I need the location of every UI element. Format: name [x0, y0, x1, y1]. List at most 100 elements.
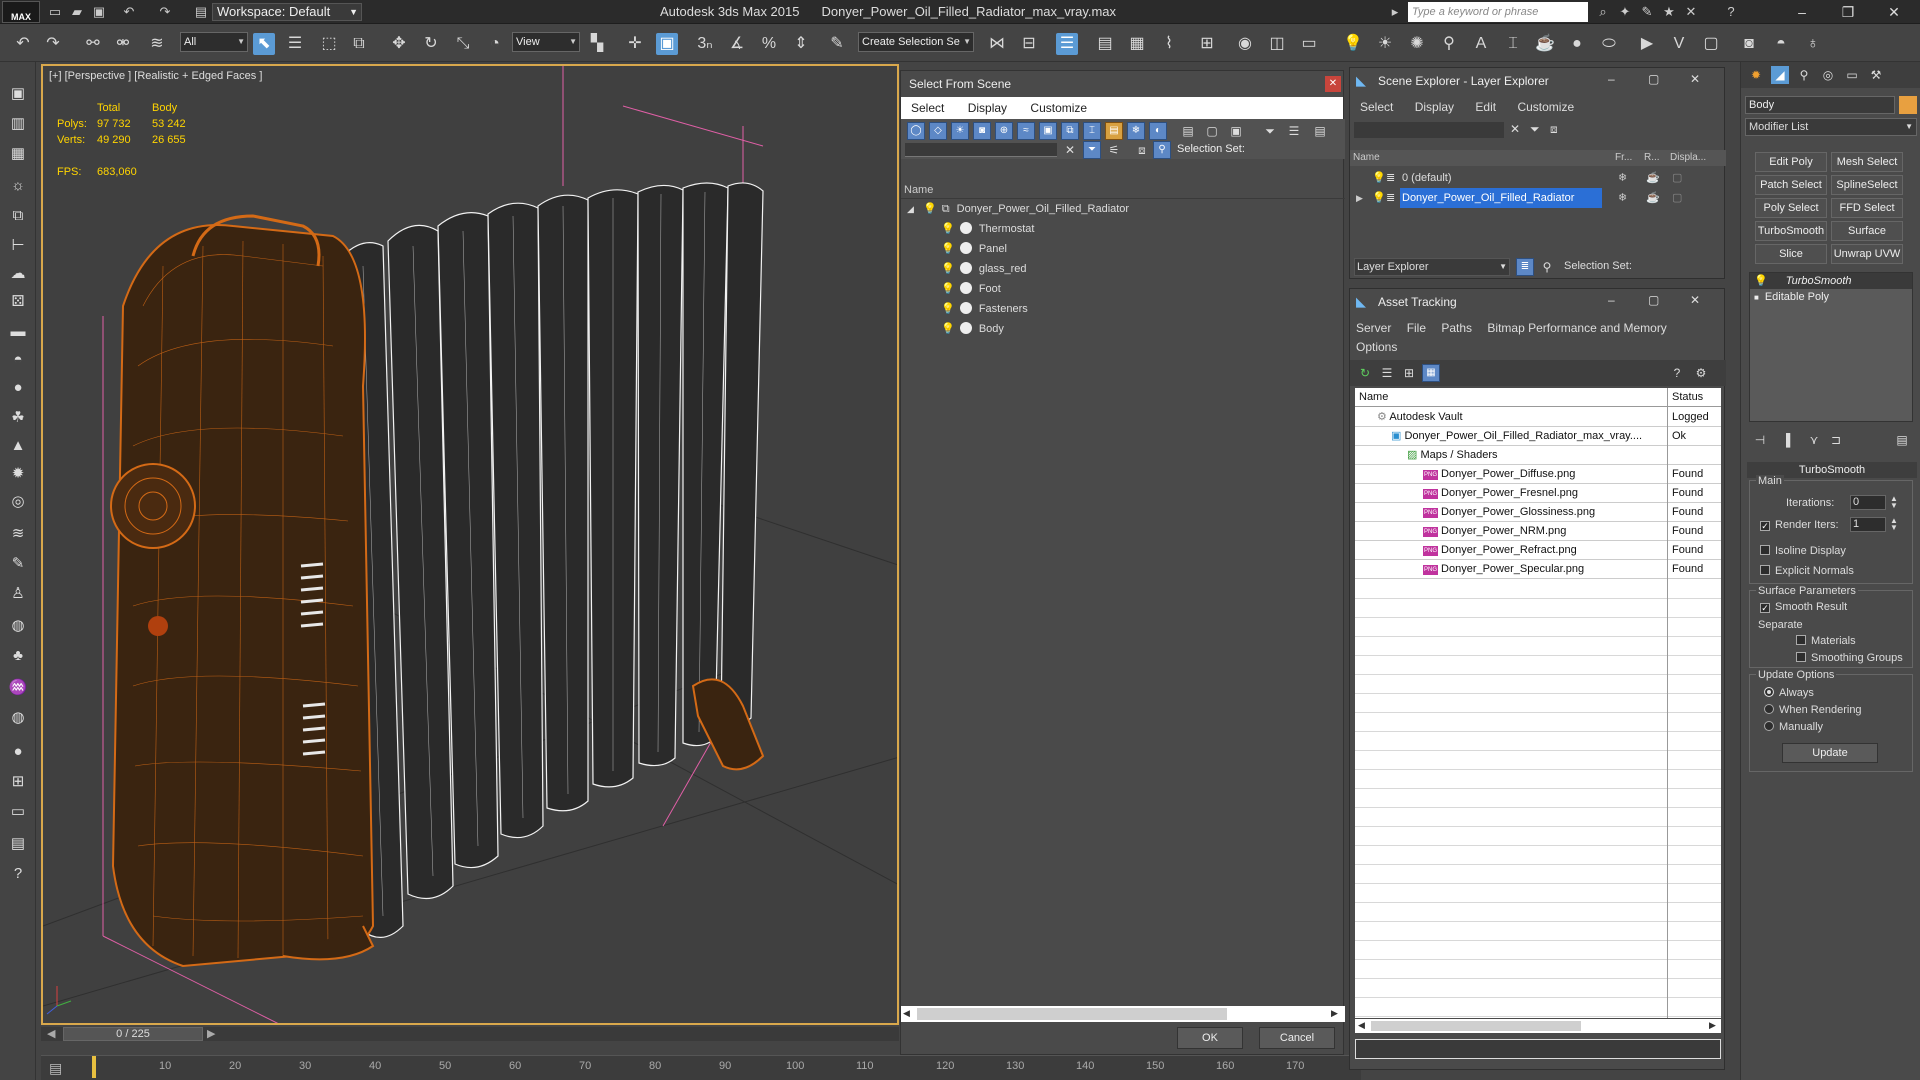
bone-icon[interactable]: ⌶ [1502, 33, 1524, 55]
app-menu-button[interactable]: MAX [2, 1, 40, 23]
layer-row-radiator[interactable]: ▶ 💡 ≣ Donyer_Power_Oil_Filled_Radiator ❄… [1350, 188, 1726, 208]
pin-stack-icon[interactable]: ⊣ [1751, 431, 1769, 449]
scroll-thumb[interactable] [917, 1008, 1227, 1020]
find-icon[interactable]: ⏷ [1083, 141, 1101, 159]
text-icon[interactable]: A [1470, 33, 1492, 55]
mini-curve-editor-icon[interactable]: ▤ [49, 1060, 62, 1077]
link-icon[interactable]: ⚯ [82, 33, 104, 55]
tree-row-body[interactable]: 💡 Body [901, 319, 1345, 339]
cylinder-icon[interactable]: ⬭ [1598, 33, 1620, 55]
column-freeze[interactable]: Fr... [1615, 150, 1632, 166]
vray-icon[interactable]: V [1668, 33, 1690, 55]
project-folder-icon[interactable]: ▤ [192, 4, 210, 20]
menu-select[interactable]: Select [911, 101, 944, 115]
display-cameras-icon[interactable]: ◙ [973, 122, 991, 140]
restore-icon[interactable]: ❐ [1828, 0, 1868, 24]
layer-stack-icon[interactable]: ⧈ [1133, 141, 1151, 159]
collapse-icon[interactable]: ▤ [1311, 122, 1329, 140]
next-frame-icon[interactable]: ▶ [207, 1027, 215, 1040]
maximize-icon[interactable]: ▢ [1648, 293, 1659, 307]
smoothing-groups-checkbox[interactable] [1796, 652, 1806, 662]
display-spacewarps-icon[interactable]: ≈ [1017, 122, 1035, 140]
align-left-icon[interactable]: ⊢ [6, 234, 30, 258]
utilities-tab-icon[interactable]: ⚒ [1867, 66, 1885, 84]
undo-icon[interactable]: ↶ [12, 33, 34, 55]
menu-select[interactable]: Select [1360, 100, 1393, 114]
visibility-bulb-icon[interactable]: 💡 [1372, 188, 1386, 208]
render-icon[interactable]: ▶ [1636, 33, 1658, 55]
scroll-thumb[interactable] [1371, 1021, 1581, 1031]
hair-fur-icon[interactable]: ♒ [6, 676, 30, 700]
column-render[interactable]: R... [1644, 150, 1660, 166]
tree-row-panel[interactable]: 💡 Panel [901, 239, 1345, 259]
display-containers-icon[interactable]: ▤ [1105, 122, 1123, 140]
edit-poly-button[interactable]: Edit Poly [1755, 152, 1827, 172]
unwrap-uvw-button[interactable]: Unwrap UVW [1831, 244, 1903, 264]
configure-sets-icon[interactable]: ▤ [1893, 431, 1911, 449]
minimize-icon[interactable]: – [1608, 72, 1615, 86]
mirror-icon[interactable]: ⋈ [986, 33, 1008, 55]
graphite-toolbar-icon[interactable]: ▦ [1126, 33, 1148, 55]
close-icon[interactable]: ✕ [1690, 72, 1700, 86]
redo-icon[interactable]: ↷ [42, 33, 64, 55]
maximize-icon[interactable]: ▢ [1648, 72, 1659, 86]
edit-named-selection-icon[interactable]: ✎ [826, 33, 848, 55]
cloth-icon[interactable]: ☁ [6, 262, 30, 286]
scroll-left-icon[interactable]: ◀ [1358, 1020, 1365, 1031]
plant-icon[interactable]: ♣ [6, 644, 30, 668]
measure-icon[interactable]: ⊞ [6, 770, 30, 794]
visibility-bulb-icon[interactable]: 💡 [941, 303, 955, 315]
expand-arrow-icon[interactable]: ◢ [907, 204, 914, 214]
explicit-normals-checkbox[interactable] [1760, 565, 1770, 575]
display-tab-icon[interactable]: ▭ [1843, 66, 1861, 84]
character-icon[interactable]: ♙ [6, 582, 30, 606]
horizontal-scrollbar[interactable]: ◀ ▶ [1355, 1019, 1721, 1033]
modify-tab-icon[interactable]: ◢ [1771, 66, 1789, 84]
camera-icon[interactable]: ◙ [1738, 33, 1760, 55]
cone-icon[interactable]: ▲ [6, 434, 30, 458]
surface-select-button[interactable]: Surface Select [1831, 221, 1903, 255]
visibility-bulb-icon[interactable]: 💡 [941, 243, 955, 255]
paint-icon[interactable]: ▥ [6, 112, 30, 136]
slice-button[interactable]: Slice [1755, 244, 1827, 264]
tree-row-fasteners[interactable]: 💡 Fasteners [901, 299, 1345, 319]
freeze-icon[interactable]: ❄ [1618, 168, 1627, 188]
menu-paths[interactable]: Paths [1441, 321, 1472, 335]
render-iters-spinner[interactable]: 1 [1850, 517, 1886, 532]
prev-frame-icon[interactable]: ◀ [47, 1027, 55, 1040]
remove-modifier-icon[interactable]: ⊐ [1827, 431, 1845, 449]
materials-checkbox[interactable] [1796, 635, 1806, 645]
stack-item-editable-poly[interactable]: ■ Editable Poly [1750, 289, 1912, 305]
menu-customize[interactable]: Customize [1517, 100, 1574, 114]
clone-icon[interactable]: ⧉ [6, 204, 30, 228]
visibility-bulb-icon[interactable]: 💡 [941, 263, 955, 275]
list-view-icon[interactable]: ☰ [1378, 364, 1396, 382]
time-slider-thumb[interactable]: 0 / 225 [63, 1027, 203, 1041]
timeline-ruler[interactable]: ▤ 10 20 30 40 50 60 70 80 90 100 110 120… [41, 1055, 1361, 1080]
display-helpers-icon[interactable]: ⊕ [995, 122, 1013, 140]
community-icon[interactable]: ✎ [1638, 3, 1656, 21]
snaps-toggle-icon[interactable]: 3ₙ [694, 33, 716, 55]
teapot-icon[interactable]: ☕ [1534, 33, 1556, 55]
select-manipulate-icon[interactable]: ✛ [624, 33, 646, 55]
search-filter-input[interactable] [905, 143, 1057, 157]
search-input[interactable] [1354, 122, 1504, 138]
show-end-result-icon[interactable]: ▐ [1777, 431, 1795, 449]
tree-row-root[interactable]: ◢ 💡 ⧉ Donyer_Power_Oil_Filled_Radiator [901, 199, 1345, 219]
display-none-icon[interactable]: ▢ [1203, 122, 1221, 140]
spinner-snap-icon[interactable]: ⇕ [790, 33, 812, 55]
filter-list-icon[interactable]: ☰ [1285, 122, 1303, 140]
torus-icon[interactable]: ◎ [6, 490, 30, 514]
sphere-icon[interactable]: ● [6, 376, 30, 400]
cancel-button[interactable]: Cancel [1259, 1027, 1335, 1049]
angle-snap-icon[interactable]: ∡ [726, 33, 748, 55]
sunlight-icon[interactable]: ☼ [6, 174, 30, 198]
spline-select-button[interactable]: SplineSelect [1831, 175, 1903, 195]
modifier-list-dropdown[interactable]: Modifier List ▼ [1745, 118, 1917, 136]
keyboard-shortcut-override-icon[interactable]: ▣ [656, 33, 678, 55]
display-bones-icon[interactable]: ⌶ [1083, 122, 1101, 140]
move-icon[interactable]: ✥ [388, 33, 410, 55]
freeze-icon[interactable]: ❄ [1618, 188, 1627, 208]
render-teapot-icon[interactable]: ☕ [1646, 168, 1660, 188]
render-iters-checkbox[interactable]: ✓ [1760, 521, 1770, 531]
